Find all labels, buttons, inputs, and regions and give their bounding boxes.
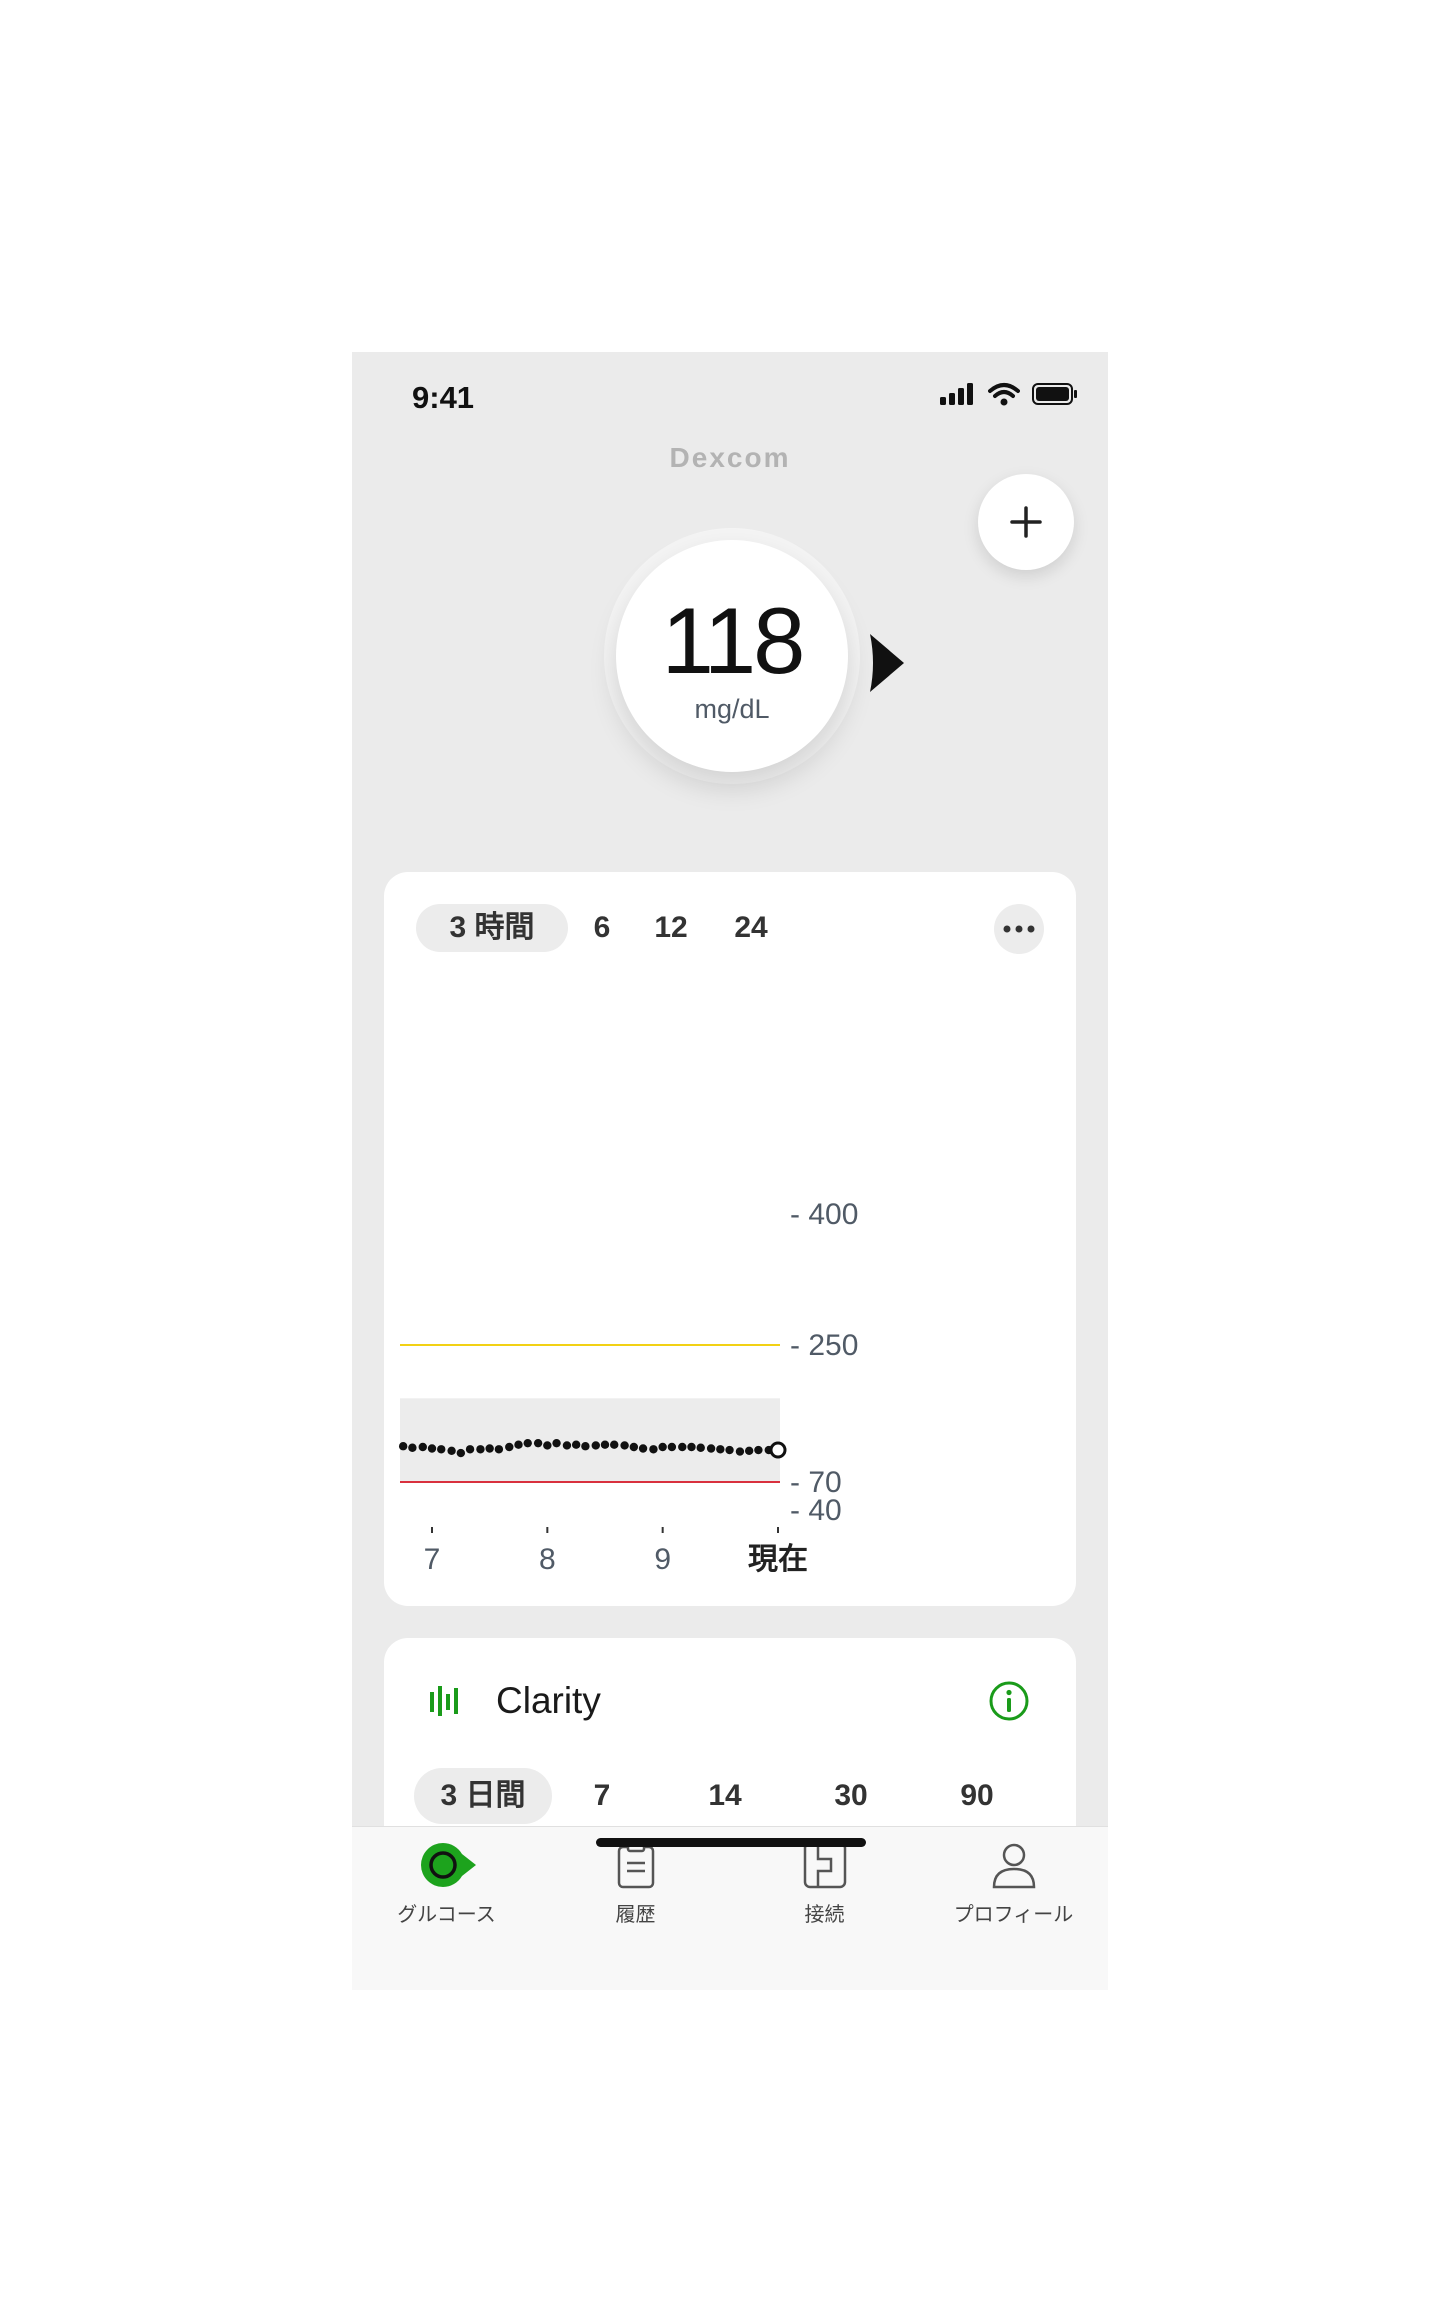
clarity-tab-7-days[interactable]: 7 bbox=[584, 1772, 620, 1820]
y-tick-label: - 40 bbox=[790, 1494, 842, 1527]
clarity-tab-30-days[interactable]: 30 bbox=[826, 1772, 876, 1820]
status-icons bbox=[940, 382, 1078, 406]
glucose-point bbox=[514, 1440, 523, 1449]
y-tick-label: - 250 bbox=[790, 1329, 858, 1362]
nav-item-connections[interactable]: 接続 bbox=[730, 1841, 919, 1927]
dexcom-logo: Dexcom bbox=[669, 442, 791, 473]
glucose-point bbox=[437, 1445, 446, 1454]
nav-label-history: 履歴 bbox=[615, 1904, 656, 1926]
glucose-point bbox=[716, 1445, 725, 1454]
glucose-point bbox=[638, 1444, 648, 1453]
nav-label-profile: プロフィール bbox=[953, 1904, 1074, 1926]
glucose-point bbox=[706, 1444, 716, 1453]
glucose-point bbox=[591, 1441, 600, 1450]
glucose-point bbox=[398, 1442, 408, 1451]
profile-icon bbox=[992, 1843, 1035, 1889]
glucose-point bbox=[687, 1442, 696, 1452]
glucose-point bbox=[485, 1444, 494, 1453]
glucose-point bbox=[476, 1445, 485, 1454]
status-time: 9:41 bbox=[412, 380, 475, 415]
glucose-point bbox=[658, 1442, 667, 1452]
clarity-title: Clarity bbox=[496, 1680, 601, 1721]
nav-label-connections: 接続 bbox=[804, 1904, 845, 1926]
glucose-point bbox=[408, 1443, 417, 1452]
add-event-button[interactable] bbox=[978, 474, 1074, 570]
glucose-point bbox=[600, 1440, 610, 1449]
glucose-point bbox=[581, 1442, 590, 1451]
glucose-point bbox=[505, 1442, 514, 1452]
glucose-point bbox=[465, 1445, 475, 1454]
glucose-point bbox=[523, 1438, 532, 1448]
glucose-point bbox=[427, 1444, 437, 1453]
glucose-point bbox=[667, 1442, 677, 1452]
glucose-value: 118 bbox=[661, 587, 806, 693]
glucose-point bbox=[678, 1442, 687, 1452]
trend-arrow-icon bbox=[870, 634, 904, 692]
nav-item-history[interactable]: 履歴 bbox=[541, 1841, 730, 1927]
glucose-point bbox=[620, 1441, 629, 1450]
home-indicator bbox=[596, 1838, 866, 1847]
nav-item-profile[interactable]: プロフィール bbox=[919, 1841, 1108, 1927]
wifi-icon bbox=[988, 383, 1020, 406]
glucose-point bbox=[735, 1447, 745, 1456]
glucose-point bbox=[456, 1448, 466, 1458]
nav-label-glucose: グルコース bbox=[397, 1904, 496, 1926]
y-tick-label: - 400 bbox=[790, 1198, 858, 1231]
clarity-tab-3-days[interactable]: 3 日間 bbox=[414, 1768, 552, 1824]
glucose-reading[interactable]: 118 mg/dL bbox=[602, 532, 904, 822]
plus-icon bbox=[1010, 506, 1042, 538]
battery-icon bbox=[1032, 383, 1077, 405]
connection-icon bbox=[803, 1841, 846, 1889]
glucose-point bbox=[494, 1445, 504, 1454]
phone-screen: 9:41 Dexcom 118 mg/dL 3 時間 6 12 24 - 400… bbox=[352, 352, 1108, 1990]
glucose-icon bbox=[420, 1843, 476, 1887]
glucose-point bbox=[418, 1442, 427, 1452]
glucose-unit: mg/dL bbox=[694, 693, 770, 724]
glucose-point bbox=[754, 1445, 763, 1455]
glucose-chart: - 400- 250- 70- 40 7 8 9 現在 bbox=[398, 1198, 858, 1576]
glucose-point bbox=[552, 1438, 561, 1448]
current-glucose-point bbox=[769, 1441, 787, 1459]
clipboard-icon bbox=[617, 1841, 654, 1889]
cellular-signal-icon bbox=[940, 383, 973, 405]
glucose-point bbox=[696, 1443, 705, 1452]
info-icon[interactable] bbox=[988, 1680, 1030, 1722]
glucose-point bbox=[649, 1445, 658, 1454]
x-tick-label: 8 bbox=[539, 1543, 556, 1576]
target-range-band bbox=[400, 1398, 780, 1482]
glucose-point bbox=[725, 1445, 734, 1455]
x-tick-label: 9 bbox=[654, 1543, 671, 1576]
glucose-circle: 118 mg/dL bbox=[616, 540, 848, 772]
bottom-tab-bar: グルコース 履歴 接続 プロフィール bbox=[352, 1826, 1108, 1990]
glucose-point bbox=[610, 1440, 619, 1449]
x-axis: 7 8 9 現在 bbox=[424, 1527, 808, 1576]
glucose-point bbox=[744, 1446, 754, 1455]
nav-item-glucose[interactable]: グルコース bbox=[352, 1841, 541, 1927]
glucose-point bbox=[533, 1438, 543, 1448]
x-tick-label: 現在 bbox=[748, 1543, 808, 1576]
glucose-point bbox=[543, 1441, 552, 1450]
glucose-trend-card: 3 時間 6 12 24 - 400- 250- 70- 40 7 8 9 現在 bbox=[384, 872, 1076, 1606]
clarity-tab-14-days[interactable]: 14 bbox=[700, 1772, 750, 1820]
y-axis: - 400- 250- 70- 40 bbox=[790, 1198, 858, 1527]
glucose-point bbox=[447, 1446, 456, 1455]
glucose-point bbox=[562, 1441, 572, 1450]
clarity-bars-icon bbox=[430, 1686, 458, 1716]
x-tick-label: 7 bbox=[424, 1543, 441, 1576]
glucose-point bbox=[571, 1440, 581, 1449]
glucose-point bbox=[629, 1442, 639, 1452]
clarity-tab-90-days[interactable]: 90 bbox=[952, 1772, 1002, 1820]
